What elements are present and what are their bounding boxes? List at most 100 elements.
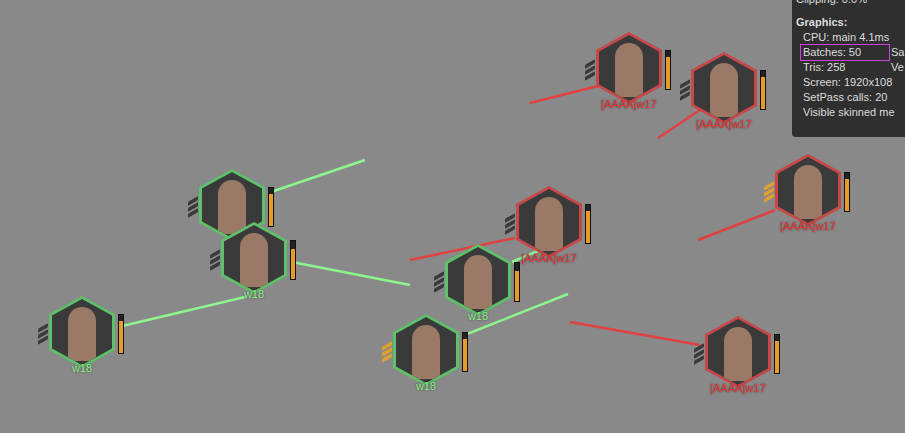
unit[interactable]: [AAAA]w17 [674, 52, 774, 134]
unit-label: w18 [22, 362, 142, 375]
health-bar [462, 332, 468, 372]
stats-value [889, 30, 891, 45]
health-bar [774, 334, 780, 374]
rank-icon [505, 216, 515, 232]
unit-frame [49, 296, 115, 368]
stats-row: Tris: 258Ve [796, 60, 905, 75]
health-bar [118, 314, 124, 354]
portrait [396, 317, 456, 383]
portrait-figure [68, 307, 96, 361]
portrait [519, 189, 579, 255]
attack-line [658, 110, 700, 138]
portrait [694, 55, 754, 121]
health-bar [665, 50, 671, 90]
rank-icon [210, 252, 220, 268]
unit-label: [AAAA]w17 [489, 252, 609, 265]
portrait-figure [535, 197, 563, 251]
stats-heading: Graphics: [796, 15, 905, 30]
stats-row: SetPass calls: 20 [796, 90, 905, 105]
stats-row: Batches: 50Sa [796, 45, 905, 60]
rank-icon [680, 82, 690, 98]
rank-icon [38, 326, 48, 342]
unit-frame [445, 244, 511, 316]
health-fill [775, 341, 779, 373]
portrait [52, 299, 112, 365]
health-fill [291, 249, 295, 279]
stats-value: Ve [889, 60, 904, 75]
attack-line [530, 86, 598, 103]
stats-row: Screen: 1920x108 [796, 75, 905, 90]
stats-line: Clipping: 0.0% [796, 0, 905, 7]
stats-value: Tris: 258 [801, 60, 889, 75]
stats-value: Screen: 1920x108 [801, 75, 889, 90]
unit[interactable]: w18 [32, 296, 132, 378]
rank-icon [382, 344, 392, 360]
portrait-figure [794, 165, 822, 219]
health-bar [585, 204, 591, 244]
rank-icon [694, 346, 704, 362]
health-bar [760, 70, 766, 110]
portrait-figure [710, 63, 738, 117]
unit[interactable]: w18 [376, 314, 476, 396]
stats-value: Batches: 50 [801, 45, 889, 60]
portrait-figure [412, 325, 440, 379]
unit-frame [775, 154, 841, 226]
unit[interactable]: [AAAA]w17 [499, 186, 599, 268]
unit-label: [AAAA]w17 [678, 382, 798, 395]
attack-line [698, 210, 775, 240]
stats-panel: Clipping: 0.0% Graphics:CPU: main 4.1msBa… [792, 0, 905, 137]
battle-map: w18w18w18w18w18[AAAA]w17[AAAA]w17[AAAA]w… [0, 0, 905, 433]
portrait [224, 225, 284, 291]
stats-row: Visible skinned me [796, 105, 905, 120]
unit-frame [705, 316, 771, 388]
stats-row: CPU: main 4.1ms [796, 30, 905, 45]
attack-line [268, 160, 365, 193]
unit-label: w18 [194, 288, 314, 301]
unit-label: w18 [366, 380, 486, 393]
portrait-figure [615, 43, 643, 97]
unit-frame [393, 314, 459, 386]
portrait-figure [724, 327, 752, 381]
unit-frame [596, 32, 662, 104]
unit[interactable]: [AAAA]w17 [579, 32, 679, 114]
stats-value [889, 90, 891, 105]
health-fill [761, 77, 765, 109]
portrait [599, 35, 659, 101]
portrait-figure [464, 255, 492, 309]
portrait-figure [218, 180, 246, 234]
portrait [778, 157, 838, 223]
stats-value: Visible skinned me [801, 105, 889, 120]
health-fill [269, 194, 273, 226]
rank-icon [434, 274, 444, 290]
health-bar [268, 187, 274, 227]
unit-label: [AAAA]w17 [664, 118, 784, 131]
portrait [448, 247, 508, 313]
attack-line [118, 297, 245, 327]
unit[interactable]: [AAAA]w17 [688, 316, 788, 398]
health-fill [119, 321, 123, 353]
attack-line [570, 322, 700, 345]
unit-frame [691, 52, 757, 124]
rank-icon [585, 62, 595, 78]
unit[interactable]: w18 [428, 244, 528, 326]
portrait [708, 319, 768, 385]
unit[interactable]: w18 [204, 222, 304, 304]
rank-icon [188, 199, 198, 215]
health-fill [586, 211, 590, 243]
health-bar [290, 240, 296, 280]
unit-label: [AAAA]w17 [569, 98, 689, 111]
health-bar [514, 262, 520, 302]
health-fill [845, 179, 849, 211]
health-fill [463, 339, 467, 371]
stats-value: Sa [889, 45, 904, 60]
unit[interactable]: [AAAA]w17 [758, 154, 858, 236]
attack-line [292, 262, 410, 285]
health-fill [666, 57, 670, 89]
rank-icon [764, 184, 774, 200]
portrait-figure [240, 233, 268, 287]
health-bar [844, 172, 850, 212]
unit-label: [AAAA]w17 [748, 220, 868, 233]
stats-value [889, 105, 891, 120]
unit-frame [221, 222, 287, 294]
unit-frame [516, 186, 582, 258]
